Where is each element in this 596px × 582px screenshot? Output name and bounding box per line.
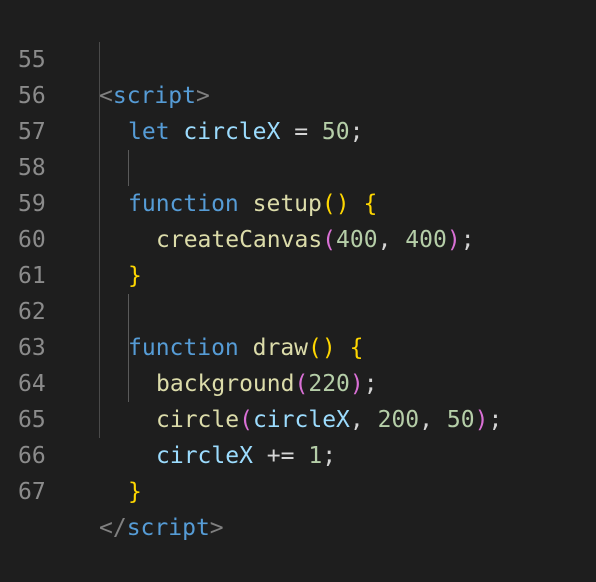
code-line-67[interactable]: 67 </script> [0,438,596,541]
line-content: } [128,474,142,510]
code-line-59[interactable]: 59 createCanvas(400, 400); [0,150,596,253]
code-line-60[interactable]: 60 } [0,186,596,289]
code-line-57[interactable]: 57 [0,78,596,145]
code-line-64[interactable]: 64 circle(circleX, 200, 50); [0,330,596,433]
code-line-61[interactable]: 61 [0,222,596,289]
code-line-63[interactable]: 63 background(220); [0,294,596,397]
code-line-65[interactable]: 65 circleX += 1; [0,366,596,469]
code-editor[interactable]: 55 <script> 56 let circleX = 50; 57 58 f… [0,0,596,541]
tag-punctuation: > [209,515,224,541]
code-line-62[interactable]: 62 function draw() { [0,258,596,361]
tag-name: script [126,515,210,541]
tag-punctuation: </ [99,515,127,541]
code-line-55[interactable]: 55 <script> [0,6,596,109]
line-content: </script> [99,510,224,546]
code-line-66[interactable]: 66 } [0,402,596,505]
code-line-56[interactable]: 56 let circleX = 50; [0,42,596,145]
code-line-58[interactable]: 58 function setup() { [0,114,596,217]
line-number: 67 [18,479,46,505]
bracket-token: } [128,479,142,505]
